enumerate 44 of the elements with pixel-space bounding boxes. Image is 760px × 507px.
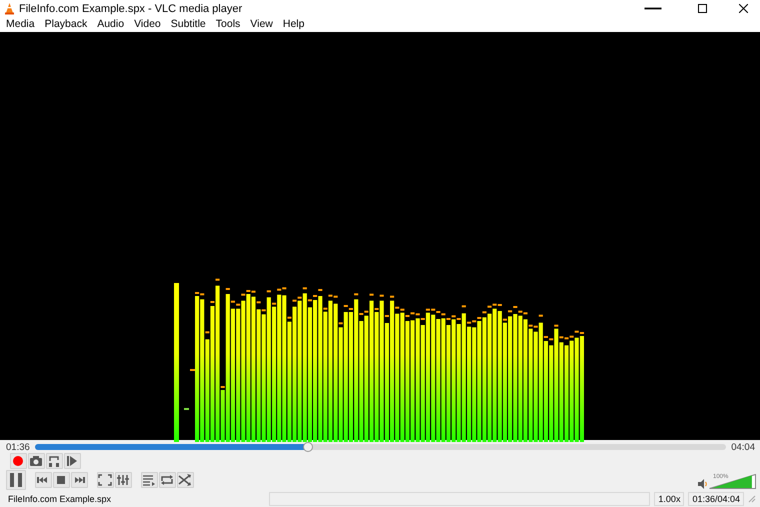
loop-icon (160, 474, 174, 486)
pause-icon (8, 473, 22, 488)
menu-item[interactable]: Playback (40, 18, 92, 30)
next-button[interactable] (70, 472, 88, 488)
pause-button[interactable] (6, 470, 26, 490)
menu-item[interactable]: Subtitle (166, 18, 211, 30)
time-display[interactable]: 01:36/04:04 (688, 492, 744, 506)
maximize-icon[interactable] (698, 4, 707, 13)
frame-step-icon (65, 455, 79, 468)
previous-button[interactable] (34, 472, 52, 488)
elapsed-time: 01:36 (6, 442, 30, 453)
camera-icon (29, 455, 43, 468)
total-time: 04:04 (731, 442, 755, 453)
file-name: FileInfo.com Example.spx (7, 493, 112, 506)
loop-button[interactable] (158, 472, 176, 488)
menu-item[interactable]: Tools (210, 18, 246, 30)
menu-item[interactable]: Audio (92, 18, 130, 30)
seek-slider[interactable] (34, 444, 726, 450)
shuffle-button[interactable] (176, 472, 194, 488)
fullscreen-button[interactable] (96, 472, 114, 488)
shuffle-icon (178, 474, 192, 486)
extended-settings-button[interactable] (114, 472, 132, 488)
playlist-button[interactable] (140, 472, 158, 488)
fullscreen-icon (98, 474, 112, 486)
close-icon[interactable] (739, 4, 748, 13)
frame-step-button[interactable] (64, 453, 80, 470)
menu-item[interactable]: View (245, 18, 278, 30)
record-icon (11, 455, 25, 468)
menu-item[interactable]: Video (129, 18, 166, 30)
equalizer-icon (116, 474, 130, 486)
menu-item[interactable]: Media (1, 18, 40, 30)
resize-grip-icon[interactable] (748, 495, 756, 504)
menu-item[interactable]: Help (278, 18, 310, 30)
window-title: FileInfo.com Example.spx - VLC media player (18, 2, 244, 14)
traffic-cone-icon (4, 2, 15, 14)
playlist-icon (142, 474, 156, 486)
speaker-icon (698, 479, 707, 490)
snapshot-button[interactable] (28, 453, 44, 470)
ab-loop-button[interactable] (46, 453, 62, 470)
playback-speed[interactable]: 1.00x (654, 492, 684, 506)
record-button[interactable] (10, 453, 26, 470)
stop-icon (54, 474, 68, 486)
slider-handle[interactable] (302, 442, 313, 452)
stop-button[interactable] (52, 472, 70, 488)
